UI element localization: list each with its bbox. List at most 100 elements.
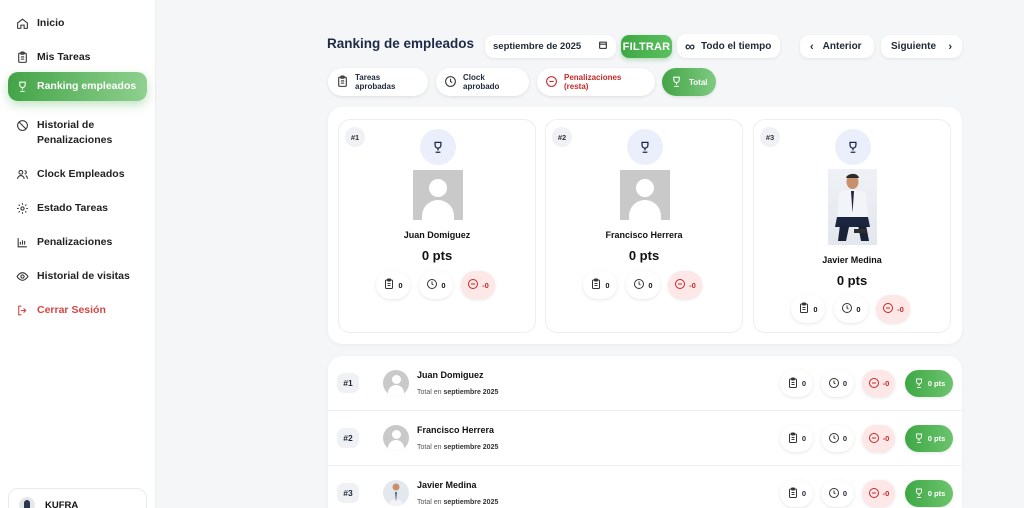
row-subtitle: Total en septiembre 2025 [417,499,499,506]
next-label: Siguiente [891,41,937,52]
sidebar-item-label: Mis Tareas [37,51,91,63]
calendar-icon[interactable] [598,40,608,53]
sidebar-item-inicio[interactable]: Inicio [8,10,147,37]
previous-button[interactable]: ‹ Anterior [800,35,874,58]
stat-value: 0 [398,280,403,290]
stat-value: 0 [648,280,653,290]
clock-icon [633,278,645,292]
sidebar-item-label: Historial de visitas [37,270,130,282]
employee-name: Juan Domiguez [417,370,484,380]
eye-icon [16,270,29,283]
stat-value: 0 [605,280,610,290]
tasks-stat: 0 [780,425,813,452]
stat-value: -0 [689,280,696,290]
tasks-stat: 0 [583,271,617,299]
trophy-icon [420,129,456,165]
sidebar-item-clock-empleados[interactable]: Clock Empleados [8,161,147,188]
rank-badge: #3 [337,483,359,503]
stat-value: -0 [482,280,489,290]
trophy-icon [627,129,663,165]
clipboard-icon [590,278,602,292]
sidebar-item-label: Penalizaciones [37,236,113,248]
users-icon [16,168,29,181]
sidebar-item-label: Clock Empleados [37,168,125,180]
sidebar-item-estado-tareas[interactable]: Estado Tareas [8,195,147,222]
clock-icon [828,432,840,446]
total-badge: 0 pts [905,370,953,397]
sidebar-item-label: Cerrar Sesión [37,304,106,316]
sidebar-item-mis-tareas[interactable]: Mis Tareas [8,44,147,71]
minus-circle-icon [868,487,880,501]
employee-name: Javier Medina [822,255,882,265]
sidebar-item-penalizaciones[interactable]: Penalizaciones [8,229,147,256]
avatar [383,480,409,506]
chip-total[interactable]: Total [662,68,716,96]
row-subtitle: Total en septiembre 2025 [417,444,499,451]
chevron-left-icon: ‹ [810,40,814,53]
month-picker[interactable]: septiembre de 2025 [485,35,616,58]
trophy-icon [16,80,29,93]
all-time-label: Todo el tiempo [700,40,772,52]
filter-button[interactable]: FILTRAR [621,35,672,58]
minus-circle-icon [882,302,894,316]
table-row[interactable]: #3 Javier Medina Total en septiembre 202… [328,466,962,508]
home-icon [16,17,29,30]
avatar [383,425,409,451]
clock-icon [426,278,438,292]
bar-chart-icon [16,236,29,249]
penalty-stat: -0 [862,370,895,397]
penalty-stat: -0 [862,425,895,452]
sidebar-item-label: Inicio [37,17,65,29]
stat-value: 0 [856,304,861,314]
chip-clock-aprobado[interactable]: Clock aprobado [436,68,529,96]
gear-icon [16,202,29,215]
stat-value: 0 [813,304,818,314]
employee-photo [828,169,877,245]
all-time-button[interactable]: ∞ Todo el tiempo [677,34,780,58]
trophy-icon [835,129,871,165]
clipboard-icon [798,302,810,316]
row-subtitle: Total en septiembre 2025 [417,389,499,396]
next-button[interactable]: Siguiente › [881,35,962,58]
total-badge: 0 pts [905,425,953,452]
tasks-stat: 0 [780,480,813,507]
rank-badge: #1 [337,373,359,393]
sidebar-item-ranking[interactable]: Ranking empleados [8,72,147,101]
clipboard-icon [787,377,799,391]
sidebar-item-cerrar-sesion[interactable]: Cerrar Sesión [8,297,147,324]
employee-name: Javier Medina [417,480,477,490]
rank-badge: #2 [337,428,359,448]
clipboard-icon [787,487,799,501]
user-card[interactable]: KUFRA [8,488,147,508]
ranking-table: #1 Juan Domiguez Total en septiembre 202… [328,356,962,508]
penalty-stat: -0 [876,295,910,323]
chip-penalizaciones[interactable]: Penalizaciones (resta) [537,68,655,96]
employee-points: 0 pts [628,248,660,263]
chip-tareas-aprobadas[interactable]: Tareas aprobadas [328,68,428,96]
sidebar-item-historial-visitas[interactable]: Historial de visitas [8,263,147,290]
podium-card: #1 Juan Domiguez 0 pts 0 0 -0 [338,119,536,333]
clipboard-icon [383,278,395,292]
clock-icon [841,302,853,316]
sidebar-item-historial-penalizaciones[interactable]: Historial de Penalizaciones [8,112,147,154]
penalty-stat: -0 [668,271,702,299]
penalty-stat: -0 [461,271,495,299]
rank-badge: #1 [345,127,365,147]
trophy-icon [670,75,683,90]
employee-name: Francisco Herrera [605,230,683,240]
table-row[interactable]: #2 Francisco Herrera Total en septiembre… [328,411,962,466]
chip-label: Clock aprobado [463,73,500,91]
sidebar: Inicio Mis Tareas Ranking empleados Hist… [0,0,156,508]
avatar-placeholder [620,170,670,220]
clipboard-icon [336,75,349,90]
clock-stat: 0 [419,271,453,299]
tasks-stat: 0 [780,370,813,397]
clock-stat: 0 [821,425,854,452]
chip-label: Penalizaciones (resta) [564,73,622,91]
tasks-stat: 0 [376,271,410,299]
infinity-icon: ∞ [685,38,695,54]
stat-value: 0 [441,280,446,290]
sidebar-item-label: Estado Tareas [37,202,109,214]
table-row[interactable]: #1 Juan Domiguez Total en septiembre 202… [328,356,962,411]
minus-circle-icon [674,278,686,292]
